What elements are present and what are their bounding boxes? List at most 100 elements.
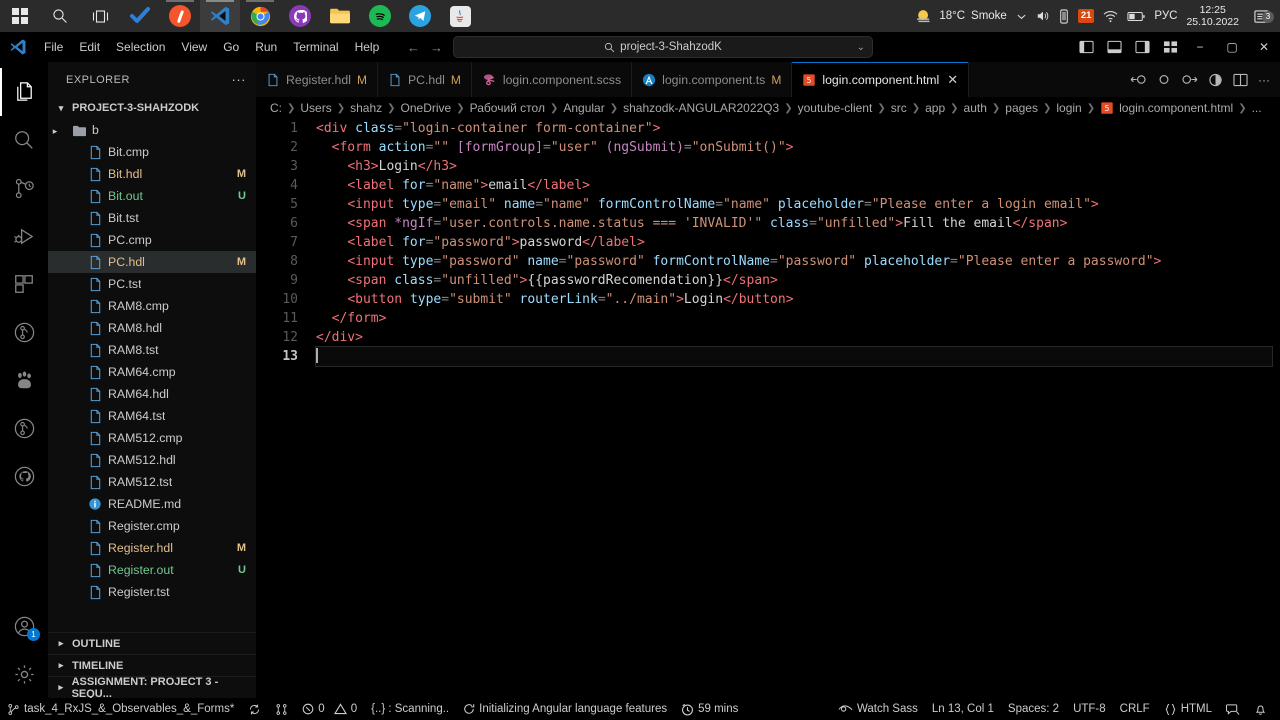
activity-extensions[interactable] [0, 260, 48, 308]
taskbar-app-spotify[interactable] [360, 0, 400, 32]
editor-tab[interactable]: login.component.ts M [632, 62, 793, 97]
code-editor[interactable]: 1 2 3 4 5 6 7 8 9 10 11 12 13 <div class="login-cont… [256, 119, 1280, 698]
battery-icon[interactable] [1059, 8, 1069, 24]
back-arrow-icon[interactable]: ← [407, 40, 420, 55]
next-change-icon[interactable] [1181, 73, 1198, 86]
breadcrumb[interactable]: C: ❯ Users ❯ shahz ❯ OneDrive ❯ Рабочий стол ❯ Ang… [256, 97, 1280, 119]
forward-arrow-icon[interactable]: → [430, 40, 443, 55]
status-sync[interactable] [241, 698, 268, 720]
status-angular[interactable]: Initializing Angular language features [456, 698, 674, 720]
compare-changes-icon[interactable] [1130, 73, 1147, 86]
breadcrumb-item[interactable]: pages [1005, 101, 1038, 115]
start-button[interactable] [0, 0, 40, 32]
tree-file[interactable]: Register.tst [48, 581, 256, 603]
section-assignment[interactable]: ▸ ASSIGNMENT: PROJECT 3 - SEQU... [48, 676, 256, 700]
menu-go[interactable]: Go [215, 36, 247, 58]
menu-terminal[interactable]: Terminal [285, 36, 346, 58]
taskbar-app-chrome[interactable] [240, 0, 280, 32]
breadcrumb-item[interactable]: auth [964, 101, 987, 115]
section-timeline[interactable]: ▸ TIMELINE [48, 654, 256, 676]
menu-selection[interactable]: Selection [108, 36, 173, 58]
code-line[interactable]: <form action="" [formGroup]="user" (ngSu… [316, 138, 1280, 157]
tree-file[interactable]: RAM64.tst [48, 405, 256, 427]
taskbar-app-java[interactable] [440, 0, 480, 32]
tree-file[interactable]: RAM64.hdl [48, 383, 256, 405]
panel-bottom-icon[interactable] [1100, 40, 1128, 54]
activity-git-graph[interactable] [0, 404, 48, 452]
split-editor-icon[interactable] [1233, 73, 1248, 87]
file-tree[interactable]: ▸ b Bit.cmp Bit.hdl M Bit.out U Bit.tst PC.cmp PC… [48, 119, 256, 632]
more-actions-icon[interactable]: ··· [1258, 73, 1270, 87]
notifications-button[interactable]: 3 [1248, 9, 1274, 24]
layout-grid-icon[interactable] [1156, 40, 1184, 54]
menu-view[interactable]: View [173, 36, 215, 58]
activity-source-control[interactable] [0, 164, 48, 212]
clock[interactable]: 12:25 25.10.2022 [1186, 4, 1239, 28]
tree-file[interactable]: Register.cmp [48, 515, 256, 537]
language-indicator[interactable]: РУС [1154, 10, 1177, 22]
code-line[interactable]: <label for="name">email</label> [316, 176, 1280, 195]
menu-help[interactable]: Help [347, 36, 388, 58]
panel-right-icon[interactable] [1128, 40, 1156, 54]
task-view-button[interactable] [80, 0, 120, 32]
tree-file[interactable]: RAM512.hdl [48, 449, 256, 471]
minimize-button[interactable]: − [1184, 32, 1216, 62]
tree-file[interactable]: Bit.out U [48, 185, 256, 207]
wifi-icon[interactable] [1103, 10, 1118, 23]
quick-search-input[interactable]: project-3-ShahzodK ⌄ [453, 36, 873, 58]
breadcrumb-item[interactable]: app [925, 101, 945, 115]
menu-run[interactable]: Run [247, 36, 285, 58]
taskbar-app-file-explorer[interactable] [320, 0, 360, 32]
breadcrumb-file[interactable]: login.component.html [1119, 101, 1233, 115]
status-watch-sass[interactable]: Watch Sass [831, 698, 925, 720]
status-encoding[interactable]: UTF-8 [1066, 698, 1113, 720]
code-line[interactable]: <span *ngIf="user.controls.name.status =… [316, 214, 1280, 233]
tree-file[interactable]: RAM8.hdl [48, 317, 256, 339]
close-button[interactable]: ✕ [1248, 32, 1280, 62]
status-indentation[interactable]: Spaces: 2 [1001, 698, 1066, 720]
code-content[interactable]: <div class="login-container form-contain… [314, 119, 1280, 698]
speaker-icon[interactable] [1036, 9, 1050, 23]
breadcrumb-item[interactable]: src [891, 101, 907, 115]
editor-tab[interactable]: 5 login.component.html ✕ [792, 62, 970, 97]
tree-file[interactable]: README.md [48, 493, 256, 515]
menu-edit[interactable]: Edit [71, 36, 108, 58]
status-time-tracked[interactable]: 59 mins [674, 698, 745, 720]
taskbar-app-github-desktop[interactable] [280, 0, 320, 32]
weather-widget[interactable]: 18°C Smoke [915, 7, 1007, 25]
code-line[interactable]: <div class="login-container form-contain… [316, 119, 1280, 138]
taskbar-app-vscode[interactable] [200, 0, 240, 32]
status-cursor-position[interactable]: Ln 13, Col 1 [925, 698, 1001, 720]
breadcrumb-item[interactable]: shahzodk-ANGULAR2022Q3 [623, 101, 779, 115]
code-line[interactable]: <label for="password">password</label> [316, 233, 1280, 252]
taskbar-search-button[interactable] [40, 0, 80, 32]
tree-file[interactable]: Bit.tst [48, 207, 256, 229]
code-line[interactable]: </div> [316, 328, 1280, 347]
activity-search[interactable] [0, 116, 48, 164]
sidebar-more-actions[interactable]: ··· [232, 72, 251, 87]
code-line[interactable]: <input type="password" name="password" f… [316, 252, 1280, 271]
editor-tabs[interactable]: Register.hdl M PC.hdl Mlogin.component.scss… [256, 62, 970, 97]
tree-file[interactable]: Register.hdl M [48, 537, 256, 559]
breadcrumb-item[interactable]: Users [300, 101, 331, 115]
tree-file[interactable]: RAM8.cmp [48, 295, 256, 317]
breadcrumb-item[interactable]: OneDrive [401, 101, 452, 115]
code-line[interactable]: </form> [316, 309, 1280, 328]
taskbar-app-telegram[interactable] [400, 0, 440, 32]
tree-file[interactable]: PC.cmp [48, 229, 256, 251]
status-feedback[interactable] [1219, 698, 1247, 720]
activity-settings[interactable] [0, 650, 48, 698]
tree-file[interactable]: Bit.hdl M [48, 163, 256, 185]
tree-file[interactable]: PC.tst [48, 273, 256, 295]
breadcrumb-overflow[interactable]: ... [1252, 101, 1262, 115]
update-badge[interactable]: 21 [1077, 9, 1095, 23]
tree-file[interactable]: RAM512.tst [48, 471, 256, 493]
code-line[interactable]: <button type="submit" routerLink="../mai… [316, 290, 1280, 309]
maximize-button[interactable]: ▢ [1216, 32, 1248, 62]
activity-accounts[interactable]: 1 [0, 602, 48, 650]
activity-gitlens[interactable] [0, 308, 48, 356]
section-outline[interactable]: ▸ OUTLINE [48, 632, 256, 654]
activity-explorer[interactable] [0, 68, 48, 116]
menu-file[interactable]: File [36, 36, 71, 58]
editor-tab[interactable]: Register.hdl M [256, 62, 378, 97]
